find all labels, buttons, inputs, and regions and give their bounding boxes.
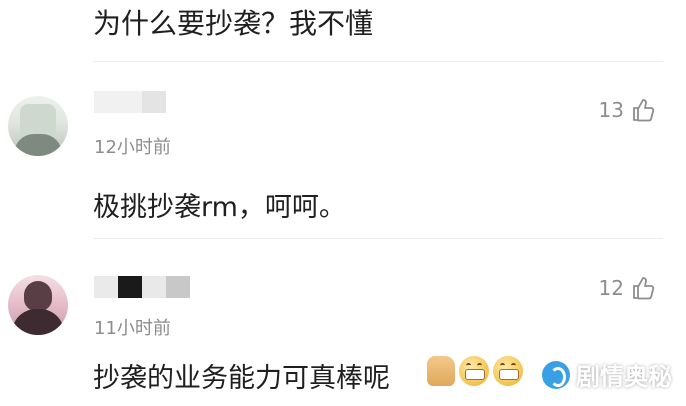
watermark: 剧情奥秘 [542, 357, 672, 392]
avatar[interactable] [8, 275, 68, 335]
username-blurred[interactable] [94, 276, 190, 298]
thumbs-up-emoji-icon [427, 356, 455, 386]
comment-time: 11小时前 [94, 318, 171, 339]
divider [93, 61, 663, 62]
grin-emoji-icon [459, 356, 489, 386]
like-button[interactable]: 12 [599, 275, 656, 301]
watermark-logo-icon [542, 360, 570, 389]
thumbs-up-icon [630, 97, 656, 123]
avatar-body [14, 134, 62, 156]
emoji-row [427, 356, 523, 386]
top-comment-text: 为什么要抄袭？我不懂 [93, 7, 374, 40]
avatar-body [12, 309, 64, 335]
avatar[interactable] [8, 96, 68, 156]
grin-emoji-icon [493, 356, 523, 386]
comment-time: 12小时前 [94, 137, 171, 158]
thumbs-up-icon [630, 275, 656, 301]
like-button[interactable]: 13 [599, 97, 656, 123]
avatar-face [24, 281, 52, 311]
watermark-text: 剧情奥秘 [576, 363, 672, 391]
like-count: 13 [598, 98, 624, 122]
divider [93, 238, 663, 239]
comment-content: 极挑抄袭rm，呵呵。 [93, 192, 346, 223]
comment-content: 抄袭的业务能力可真棒呢 [93, 363, 390, 394]
username-blurred[interactable] [94, 91, 166, 113]
like-count: 12 [598, 276, 624, 300]
